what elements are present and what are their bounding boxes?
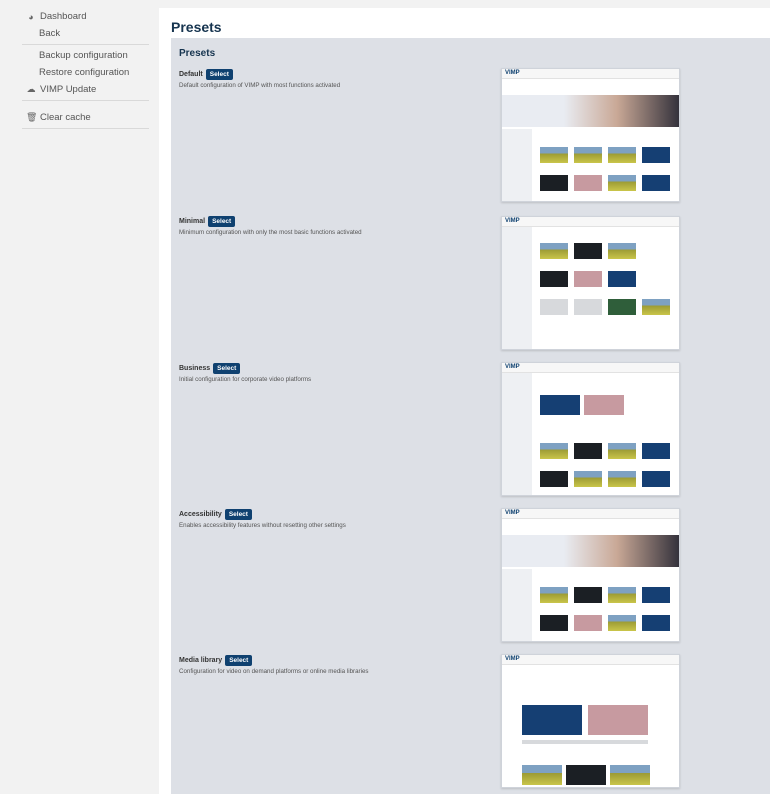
sidebar-item-label: Clear cache xyxy=(40,112,91,123)
dashboard-icon: ◕ xyxy=(28,11,34,22)
panel-title: Presets xyxy=(179,48,216,59)
sidebar: ◕ Dashboard Back Backup configuration Re… xyxy=(22,8,149,794)
preset-description: Default configuration of VIMP with most … xyxy=(179,82,341,89)
trash-icon: 🗑 xyxy=(26,112,38,122)
sidebar-divider xyxy=(22,44,149,45)
select-button[interactable]: Select xyxy=(225,655,253,666)
sidebar-divider xyxy=(22,100,149,101)
preset-business: Business Select Initial configuration fo… xyxy=(179,363,770,383)
preset-preview-image: VIMP xyxy=(501,68,680,202)
preset-preview-image: VIMP xyxy=(501,362,680,496)
sidebar-item-label: Backup configuration xyxy=(39,50,128,61)
sidebar-item-label: Restore configuration xyxy=(39,67,130,78)
preset-name: Media library xyxy=(179,657,223,664)
sidebar-item-label: Dashboard xyxy=(40,11,87,22)
sidebar-item-vimp-update[interactable]: ☁ VIMP Update xyxy=(22,81,149,98)
preset-description: Enables accessibility features without r… xyxy=(179,522,346,529)
select-button[interactable]: Select xyxy=(205,69,233,80)
vimp-logo: VIMP xyxy=(505,510,520,516)
preset-media-library: Media library Select Configuration for v… xyxy=(179,655,770,675)
sidebar-item-label: VIMP Update xyxy=(40,84,97,95)
cloud-upload-icon: ☁ xyxy=(26,84,36,94)
vimp-logo: VIMP xyxy=(505,70,520,76)
preset-preview-image: VIMP xyxy=(501,508,680,642)
preset-description: Minimum configuration with only the most… xyxy=(179,229,362,236)
preset-minimal: Minimal Select Minimum configuration wit… xyxy=(179,216,770,236)
sidebar-item-dashboard[interactable]: ◕ Dashboard xyxy=(22,8,149,25)
select-button[interactable]: Select xyxy=(224,509,252,520)
vimp-logo: VIMP xyxy=(505,218,520,224)
preset-accessibility: Accessibility Select Enables accessibili… xyxy=(179,509,770,529)
select-button[interactable]: Select xyxy=(213,363,241,374)
sidebar-item-backup[interactable]: Backup configuration xyxy=(22,47,149,64)
preset-name: Default xyxy=(179,71,203,78)
sidebar-divider xyxy=(22,128,149,129)
select-button[interactable]: Select xyxy=(208,216,236,227)
main-content: Presets Presets Default Select Default c… xyxy=(159,8,770,794)
sidebar-item-clear-cache[interactable]: 🗑 Clear cache xyxy=(22,109,149,126)
preset-preview-image: VIMP xyxy=(501,216,680,350)
preset-description: Initial configuration for corporate vide… xyxy=(179,376,312,383)
preset-preview-image: VIMP xyxy=(501,654,680,788)
preset-description: Configuration for video on demand platfo… xyxy=(179,668,369,675)
page-title: Presets xyxy=(171,19,222,35)
preset-name: Accessibility xyxy=(179,511,222,518)
vimp-logo: VIMP xyxy=(505,656,520,662)
presets-panel: Presets Default Select Default configura… xyxy=(171,38,770,794)
sidebar-item-back[interactable]: Back xyxy=(22,25,149,42)
vimp-logo: VIMP xyxy=(505,364,520,370)
sidebar-item-label: Back xyxy=(39,28,61,39)
preset-name: Minimal xyxy=(179,218,206,225)
preset-default: Default Select Default configuration of … xyxy=(179,69,770,89)
preset-name: Business xyxy=(179,365,211,372)
sidebar-item-restore[interactable]: Restore configuration xyxy=(22,64,149,81)
